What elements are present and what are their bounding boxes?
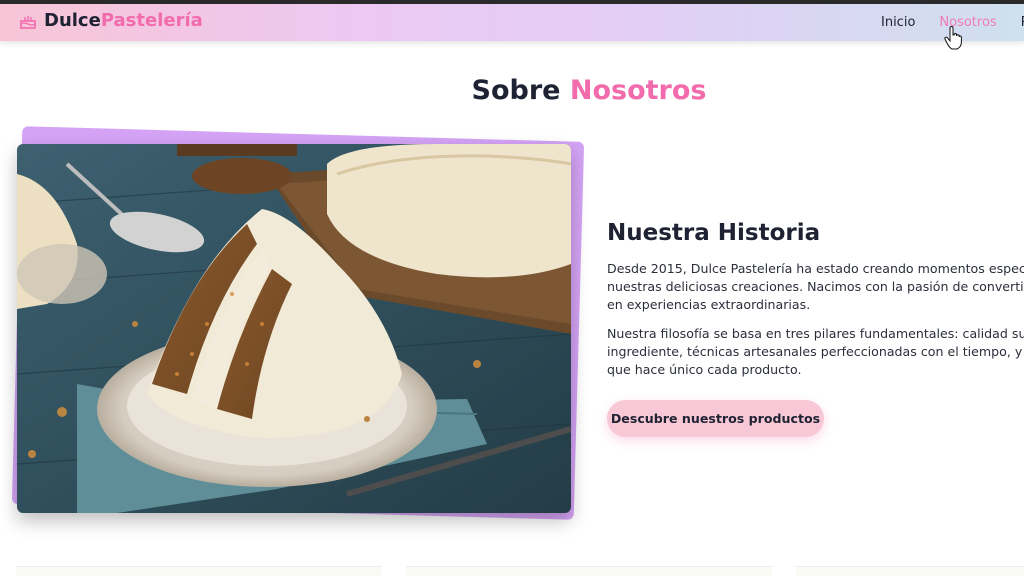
bottom-card (796, 566, 1024, 576)
story-heading: Nuestra Historia (607, 220, 821, 246)
cake-icon (20, 15, 36, 29)
bottom-card (406, 566, 772, 576)
bottom-card (16, 566, 382, 576)
brand-logo[interactable]: Dulce Pastelería (18, 10, 203, 31)
section-title-part1: Sobre (471, 75, 561, 106)
brand-name-dulce: Dulce (44, 10, 101, 31)
section-title-part2: Nosotros (569, 75, 707, 106)
navbar: DulcePastelería Inicio Nosotros P (0, 4, 1024, 41)
carrot-cake-photo (17, 144, 571, 513)
story-paragraph-1: Desde 2015, Dulce Pastelería ha estado c… (607, 261, 1024, 312)
section-title: Sobre Nosotros (0, 75, 1024, 106)
bottom-cards-row (0, 566, 1024, 576)
nav-item-inicio[interactable]: Inicio (881, 15, 915, 30)
story-content: Nuestra Historia Desde 2015, Dulce Paste… (607, 220, 1024, 390)
brand-name-pasteleria: Pastelería (100, 10, 203, 31)
hand-pointer-cursor-icon (944, 26, 962, 50)
discover-products-button[interactable]: Descubre nuestros productos (607, 400, 824, 437)
story-paragraph-2: Nuestra filosofía se basa en tres pilare… (607, 326, 1024, 377)
